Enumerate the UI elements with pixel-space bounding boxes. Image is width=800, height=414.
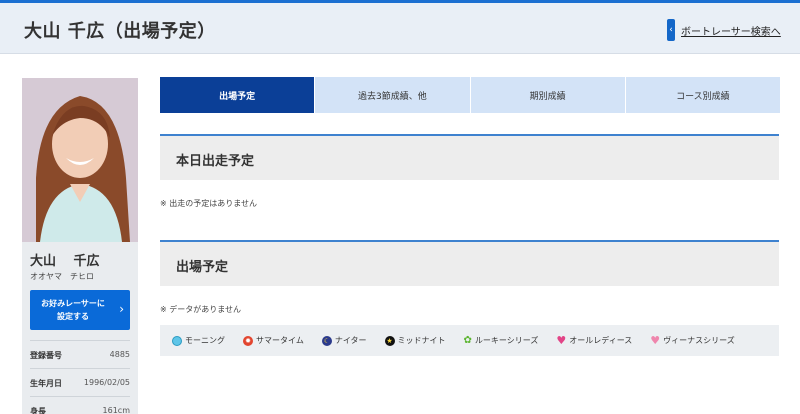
info-row-birthdate: 生年月日 1996/02/05 xyxy=(30,368,130,396)
legend-item-all-ladies: ♥ オールレディース xyxy=(556,334,632,347)
legend-label: オールレディース xyxy=(569,336,633,345)
legend-label: ヴィーナスシリーズ xyxy=(663,336,735,345)
set-favorite-racer-button[interactable]: お好みレーサーに 設定する › xyxy=(30,290,130,330)
venus-icon: ♥ xyxy=(650,334,661,347)
racer-name: 大山 千広 xyxy=(30,254,100,269)
section-title: 本日出走予定 xyxy=(176,154,255,169)
legend-label: サマータイム xyxy=(256,336,304,345)
legend-label: ナイター xyxy=(334,336,367,345)
morning-icon xyxy=(172,335,182,346)
racer-tabs: 出場予定 過去3節成績、他 期別成績 コース別成績 xyxy=(160,77,780,113)
chevron-right-icon: › xyxy=(119,302,124,316)
today-race-note: ※ 出走の予定はありません xyxy=(160,199,258,208)
legend-label: ルーキーシリーズ xyxy=(474,336,539,345)
info-row-registration: 登録番号 4885 xyxy=(30,340,130,368)
tab-schedule[interactable]: 出場予定 xyxy=(160,77,315,113)
info-row-height: 身長 161cm xyxy=(30,396,130,414)
legend-label: ミッドナイト xyxy=(397,336,446,345)
schedule-section-header: 出場予定 xyxy=(160,240,779,286)
section-title: 出場予定 xyxy=(176,260,229,275)
legend-item-rookie: ✿ ルーキーシリーズ xyxy=(464,335,539,346)
legend-item-summer-time: ✹ サマータイム xyxy=(243,335,304,346)
midnight-icon: ★ xyxy=(384,335,395,346)
racer-sidebar: 大山 千広 オオヤマ チヒロ お好みレーサーに 設定する › 登録番号 4885… xyxy=(22,78,138,414)
set-favorite-racer-label: お好みレーサーに 設定する xyxy=(41,299,105,321)
today-race-section-header: 本日出走予定 xyxy=(160,134,779,180)
legend-item-nighter: ☾ ナイター xyxy=(321,335,367,346)
legend-item-venus: ♥ ヴィーナスシリーズ xyxy=(650,334,734,347)
racer-search-link[interactable]: ‹ ボートレーサー検索へ xyxy=(667,19,781,41)
info-label: 登録番号 xyxy=(30,351,62,360)
all-ladies-icon: ♥ xyxy=(556,334,567,347)
rookie-icon: ✿ xyxy=(463,335,472,346)
summer-time-icon: ✹ xyxy=(243,335,253,346)
info-value: 4885 xyxy=(109,350,130,359)
info-value: 1996/02/05 xyxy=(83,378,130,387)
tab-course-results[interactable]: コース別成績 xyxy=(625,77,780,113)
tab-past-3-sessions[interactable]: 過去3節成績、他 xyxy=(315,77,470,113)
page-title: 大山 千広（出場予定） xyxy=(24,21,216,42)
schedule-note: ※ データがありません xyxy=(160,305,242,314)
racer-search-link-label[interactable]: ボートレーサー検索へ xyxy=(681,23,781,38)
racer-photo xyxy=(22,78,138,242)
legend-item-midnight: ★ ミッドナイト xyxy=(384,335,446,346)
tab-term-results[interactable]: 期別成績 xyxy=(470,77,625,113)
racer-name-kana: オオヤマ チヒロ xyxy=(30,272,94,281)
info-label: 身長 xyxy=(30,407,46,414)
chevron-left-icon: ‹ xyxy=(667,19,675,41)
legend-item-morning: モーニング xyxy=(172,335,225,346)
info-label: 生年月日 xyxy=(30,379,62,388)
page-header: 大山 千広（出場予定） ‹ ボートレーサー検索へ xyxy=(0,3,800,54)
nighter-icon: ☾ xyxy=(321,335,332,346)
info-value: 161cm xyxy=(102,406,130,414)
race-type-legend: モーニング ✹ サマータイム ☾ ナイター ★ ミッドナイト ✿ ルーキーシリー… xyxy=(160,325,779,356)
legend-label: モーニング xyxy=(185,336,225,345)
